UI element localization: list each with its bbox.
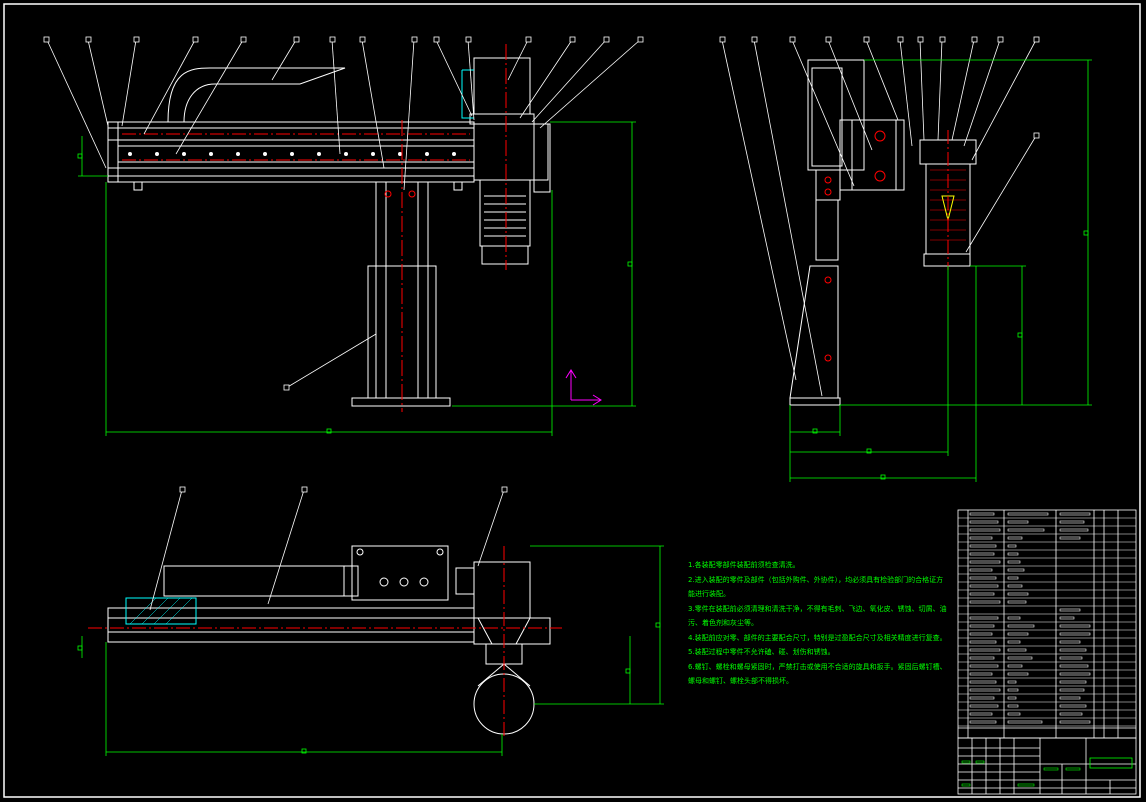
parts-list-table [957,509,1137,739]
front-view [107,44,551,412]
spring-coils [484,195,526,237]
front-view-leaders [43,36,644,391]
side-view-dimensions [789,59,1092,482]
side-view-leaders [719,36,1040,397]
cad-drawing-sheet [3,3,1141,798]
ucs-axis-icon [565,369,602,406]
parts-list-entries [969,512,1091,724]
parts-list-rows [958,517,1136,727]
note-line-1: 1.各装配零部件装配前须检查清洗。 [688,561,800,569]
top-view-dimensions [77,545,664,756]
technical-requirements: 1.各装配零部件装配前须检查清洗。 2.进入装配的零件及部件（包括外购件、外协件… [688,558,958,689]
part-balloons [43,36,644,391]
note-line-7: 5.装配过程中零件不允许磕、碰、划伤和锈蚀。 [688,648,835,656]
note-line-5: 污、着色剂和灰尘等。 [688,619,758,627]
note-line-8: 6.螺钉、螺栓和螺母紧固时，严禁打击或使用不合适的旋具和扳手。紧固后螺钉槽、 [688,662,947,671]
note-line-6: 4.装配前应对零、部件的主要配合尺寸，特别是过盈配合尺寸及相关精度进行复查。 [688,633,947,642]
front-view-dimensions [77,121,636,436]
note-line-2: 2.进入装配的零件及部件（包括外购件、外协件），均必须具有检验部门的合格证方 [688,575,944,584]
title-block [957,727,1137,795]
note-line-3: 能进行装配。 [688,590,730,598]
note-line-4: 3.零件在装配前必须清理和清洗干净，不得有毛刺、飞边、氧化皮、锈蚀、切屑、油 [688,604,947,613]
note-line-9: 螺母和螺钉、螺栓头部不得损坏。 [688,677,793,685]
top-view-leaders [149,486,508,611]
